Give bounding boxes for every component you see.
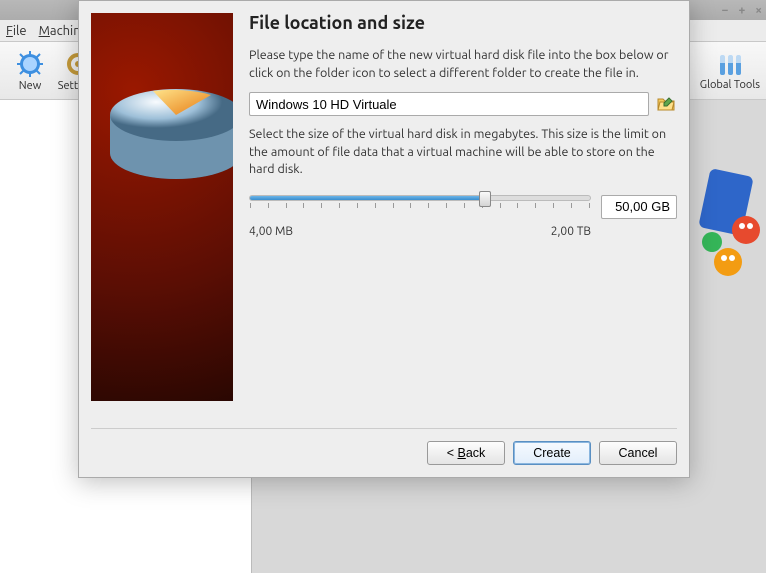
size-row: 4,00 MB 2,00 TB [249, 195, 677, 238]
slider-ticks [249, 203, 591, 211]
size-slider[interactable] [249, 195, 591, 201]
dialog-body: File location and size Please type the n… [79, 1, 689, 428]
size-description: Select the size of the virtual hard disk… [249, 126, 677, 179]
main-window-controls: − + × [722, 4, 762, 17]
file-location-input[interactable] [249, 92, 649, 116]
cancel-button[interactable]: Cancel [599, 441, 677, 465]
size-max-label: 2,00 TB [551, 225, 591, 238]
browse-folder-button[interactable] [655, 93, 677, 115]
new-icon [16, 50, 44, 78]
toolbar-new-label: New [19, 80, 41, 92]
mascot-image [694, 142, 762, 312]
create-button[interactable]: Create [513, 441, 591, 465]
size-input[interactable] [601, 195, 677, 219]
folder-icon [657, 96, 675, 112]
slider-labels: 4,00 MB 2,00 TB [249, 225, 591, 238]
slider-fill [250, 196, 485, 200]
size-min-label: 4,00 MB [249, 225, 293, 238]
tubes-icon [716, 51, 744, 79]
back-button[interactable]: < Back [427, 441, 505, 465]
close-icon[interactable]: × [755, 4, 762, 17]
dialog-content: File location and size Please type the n… [249, 13, 677, 416]
create-disk-dialog: File location and size Please type the n… [78, 0, 690, 478]
minimize-icon[interactable]: − [722, 4, 729, 17]
slider-thumb[interactable] [479, 191, 491, 207]
file-location-row [249, 92, 677, 116]
menu-file[interactable]: File [6, 24, 27, 38]
dialog-heading: File location and size [249, 13, 677, 33]
toolbar-global-tools[interactable]: Global Tools [700, 51, 760, 91]
size-slider-wrap: 4,00 MB 2,00 TB [249, 195, 591, 238]
maximize-icon[interactable]: + [738, 4, 745, 17]
toolbar-global-tools-label: Global Tools [700, 79, 760, 91]
dialog-footer: < Back Create Cancel [79, 429, 689, 477]
wizard-sidebar-image [91, 13, 233, 401]
file-location-description: Please type the name of the new virtual … [249, 47, 677, 82]
toolbar-new[interactable]: New [6, 50, 54, 92]
